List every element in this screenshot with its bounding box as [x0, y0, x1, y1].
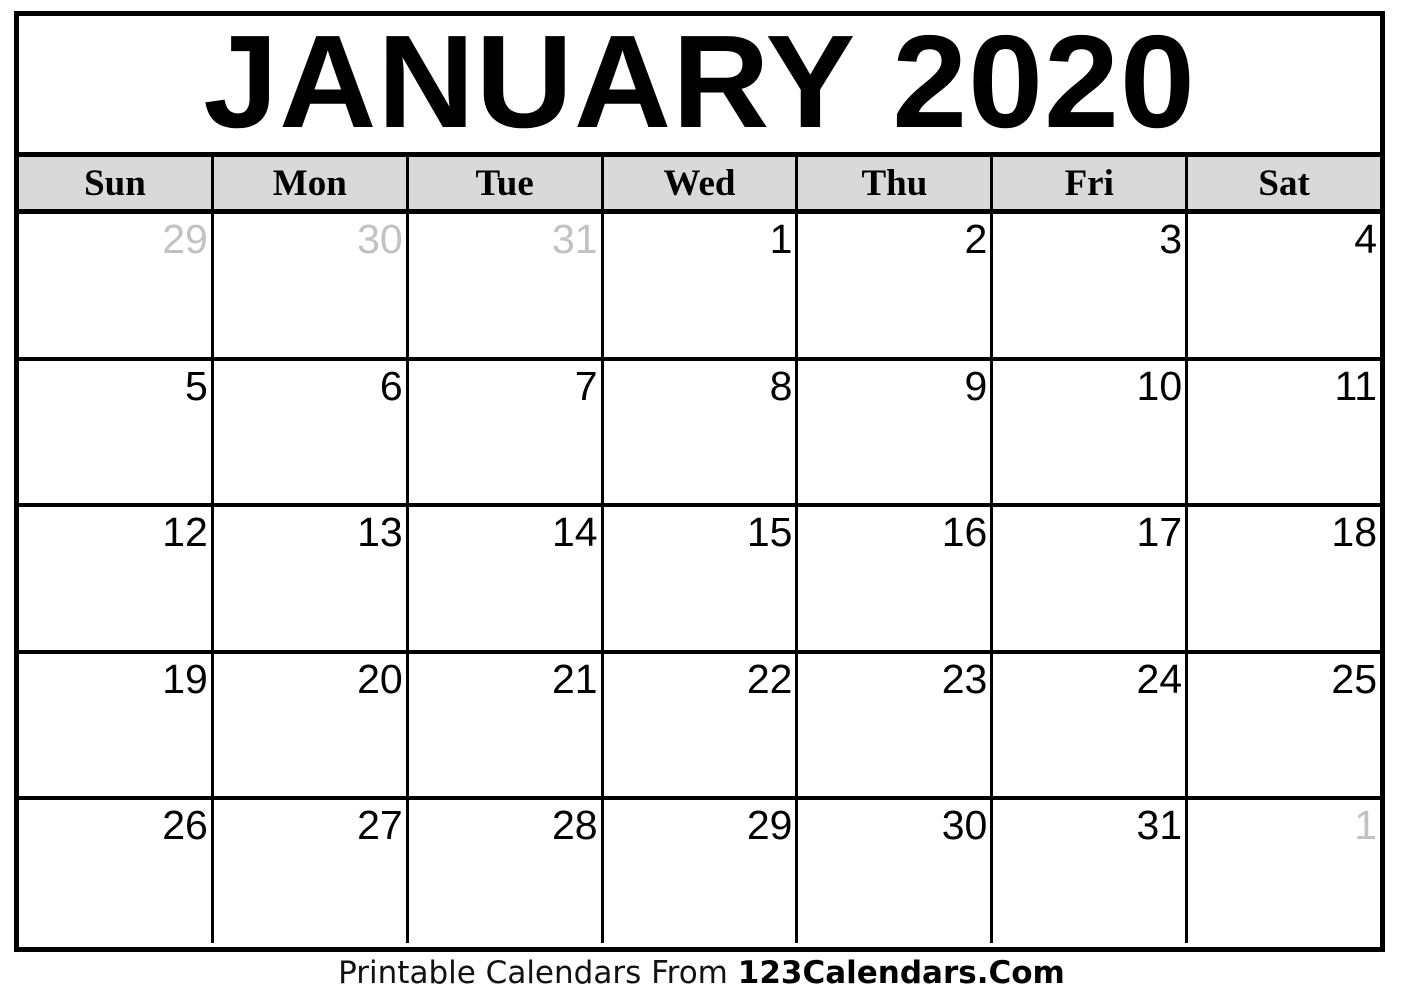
weekday-label: Sat	[1258, 162, 1310, 204]
day-cell[interactable]: 3	[993, 214, 1189, 357]
weekday-header-fri: Fri	[993, 157, 1189, 209]
day-cell[interactable]: 8	[603, 360, 799, 504]
day-number: 16	[941, 509, 988, 556]
weekday-header-thu: Thu	[798, 157, 994, 209]
day-cell[interactable]: 30	[798, 800, 994, 943]
day-number: 20	[357, 655, 403, 702]
day-number: 31	[551, 216, 598, 262]
day-number: 28	[551, 802, 598, 849]
weekday-label: Fri	[1064, 162, 1114, 204]
week-row: 29 30 31 1 2 3 4	[19, 214, 1381, 361]
day-cell[interactable]: 6	[213, 360, 409, 504]
day-cell[interactable]: 2	[798, 214, 994, 357]
day-cell[interactable]: 7	[408, 360, 604, 504]
day-number: 19	[162, 655, 208, 702]
day-number: 25	[1331, 655, 1378, 702]
weekday-header-sat: Sat	[1188, 157, 1381, 209]
calendar-title-band: JANUARY 2020	[19, 16, 1380, 152]
footer: Printable Calendars From 123Calendars.Co…	[0, 955, 1403, 992]
weekday-label: Tue	[475, 162, 534, 204]
day-number: 10	[1136, 362, 1183, 409]
day-cell[interactable]: 12	[19, 507, 214, 650]
day-number: 30	[941, 802, 988, 849]
day-number: 4	[1354, 216, 1378, 262]
day-cell[interactable]: 20	[213, 653, 409, 797]
day-cell[interactable]: 13	[213, 507, 409, 650]
weekday-header-mon: Mon	[213, 157, 409, 209]
day-cell[interactable]: 15	[603, 507, 799, 650]
week-row: 5 6 7 8 9 10 11	[19, 360, 1381, 508]
week-row: 12 13 14 15 16 17 18	[19, 507, 1381, 654]
day-cell[interactable]: 22	[603, 653, 799, 797]
day-cell[interactable]: 5	[19, 360, 214, 504]
day-number: 26	[162, 802, 208, 849]
day-number: 17	[1136, 509, 1183, 556]
day-cell[interactable]: 11	[1188, 360, 1381, 504]
day-cell[interactable]: 9	[798, 360, 994, 504]
day-number: 31	[1136, 802, 1183, 849]
day-number: 30	[357, 216, 403, 262]
day-cell[interactable]: 23	[798, 653, 994, 797]
day-cell[interactable]: 16	[798, 507, 994, 650]
day-cell[interactable]: 21	[408, 653, 604, 797]
footer-brand-link[interactable]: 123Calendars.Com	[738, 955, 1065, 991]
day-number: 23	[941, 655, 988, 702]
calendar-weeks: 29 30 31 1 2 3 4 5 6 7 8 9 10 11 12 13 14 15 16 17 18 19 20 21 2…	[19, 214, 1381, 943]
day-cell[interactable]: 31	[993, 800, 1189, 943]
day-number: 9	[964, 362, 988, 409]
day-number: 29	[746, 802, 793, 849]
day-cell[interactable]: 26	[19, 800, 214, 943]
day-cell[interactable]: 24	[993, 653, 1189, 797]
weekday-label: Wed	[663, 162, 736, 204]
calendar-page: JANUARY 2020 Sun Mon Tue Wed Thu Fri Sat 29 30 3…	[0, 0, 1403, 1006]
day-cell[interactable]: 28	[408, 800, 604, 943]
day-cell[interactable]: 19	[19, 653, 214, 797]
weekday-header-tue: Tue	[408, 157, 604, 209]
day-number: 12	[162, 509, 208, 556]
day-number: 11	[1334, 362, 1378, 409]
day-number: 21	[551, 655, 598, 702]
day-number: 13	[357, 509, 403, 556]
weekday-label: Sun	[84, 162, 146, 204]
day-cell[interactable]: 29	[19, 214, 214, 357]
calendar-frame: JANUARY 2020 Sun Mon Tue Wed Thu Fri Sat 29 30 3…	[14, 11, 1385, 952]
week-row: 19 20 21 22 23 24 25	[19, 653, 1381, 801]
day-cell[interactable]: 25	[1188, 653, 1381, 797]
day-cell[interactable]: 17	[993, 507, 1189, 650]
day-cell[interactable]: 29	[603, 800, 799, 943]
day-number: 2	[964, 216, 988, 262]
day-number: 5	[185, 362, 208, 409]
footer-prefix: Printable Calendars From	[338, 955, 738, 991]
day-number: 1	[769, 216, 793, 262]
day-number: 24	[1136, 655, 1183, 702]
day-number: 14	[551, 509, 598, 556]
page-title: JANUARY 2020	[203, 16, 1196, 152]
weekday-label: Mon	[272, 162, 347, 204]
day-number: 6	[379, 362, 403, 409]
day-number: 18	[1331, 509, 1378, 556]
day-cell[interactable]: 31	[408, 214, 604, 357]
weekday-header-row: Sun Mon Tue Wed Thu Fri Sat	[19, 152, 1381, 214]
day-cell[interactable]: 30	[213, 214, 409, 357]
day-cell[interactable]: 1	[603, 214, 799, 357]
day-number: 27	[357, 802, 403, 849]
day-cell[interactable]: 18	[1188, 507, 1381, 650]
day-number: 3	[1159, 216, 1183, 262]
day-cell[interactable]: 4	[1188, 214, 1381, 357]
weekday-header-sun: Sun	[19, 157, 214, 209]
day-number: 22	[746, 655, 793, 702]
day-cell[interactable]: 14	[408, 507, 604, 650]
day-number: 8	[769, 362, 793, 409]
day-number: 29	[162, 216, 208, 262]
weekday-header-wed: Wed	[603, 157, 799, 209]
weekday-label: Thu	[861, 162, 928, 204]
day-number: 15	[746, 509, 793, 556]
day-cell[interactable]: 27	[213, 800, 409, 943]
day-cell[interactable]: 10	[993, 360, 1189, 504]
week-row: 26 27 28 29 30 31 1	[19, 800, 1381, 943]
day-cell[interactable]: 1	[1188, 800, 1381, 943]
day-number: 1	[1354, 802, 1378, 849]
day-number: 7	[574, 362, 598, 409]
